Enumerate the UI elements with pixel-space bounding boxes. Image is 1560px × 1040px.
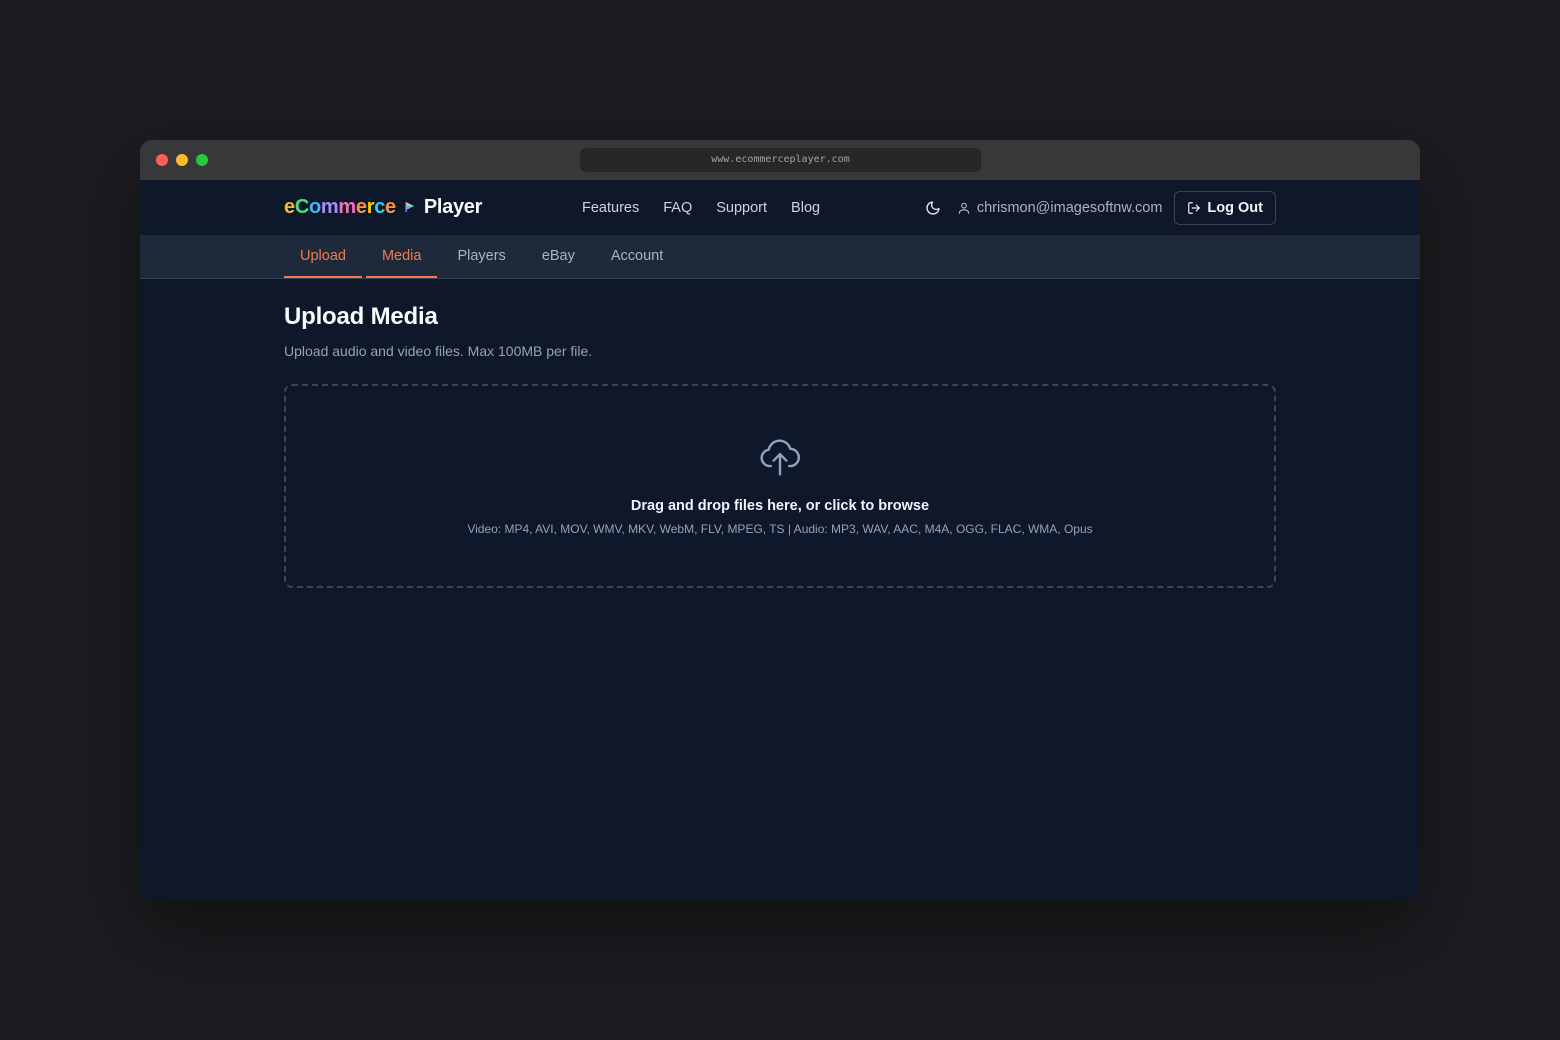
user-area: chrismon@imagesoftnw.com Log Out <box>925 180 1276 236</box>
dropzone-prompt: Drag and drop files here, or click to br… <box>630 498 930 514</box>
cloud-upload-icon <box>760 439 800 476</box>
logout-button[interactable]: Log Out <box>1174 191 1276 225</box>
maximize-window-button[interactable] <box>196 154 208 166</box>
dropzone-formats: Video: MP4, AVI, MOV, WMV, MKV, WebM, FL… <box>467 522 1093 536</box>
logo-letter: m <box>338 196 356 218</box>
file-dropzone[interactable]: Drag and drop files here, or click to br… <box>284 384 1276 588</box>
user-email: chrismon@imagesoftnw.com <box>976 200 1163 216</box>
logo-letter: m <box>320 196 339 218</box>
logout-icon <box>1188 202 1201 214</box>
section-tabs-bar: Upload Media Players eBay Account <box>140 236 1420 279</box>
logo-letter: c <box>374 196 386 218</box>
minimize-window-button[interactable] <box>176 154 188 166</box>
logo-letter: o <box>308 196 321 218</box>
logo-letter: r <box>366 196 375 218</box>
logo-product-name: Player <box>423 196 483 218</box>
main-nav: Features FAQ Support Blog <box>582 180 820 236</box>
section-tabs: Upload Media Players eBay Account <box>284 236 679 278</box>
tab-media[interactable]: Media <box>365 236 438 278</box>
nav-link-faq[interactable]: FAQ <box>663 200 692 216</box>
logo-letter: C <box>294 196 309 218</box>
logo-letter: e <box>385 196 396 218</box>
logout-label: Log Out <box>1207 200 1263 216</box>
play-flag-icon <box>404 196 416 219</box>
browser-window: www.ecommerceplayer.com eCommerce Player… <box>140 140 1420 900</box>
page-title: Upload Media <box>284 303 438 330</box>
nav-link-blog[interactable]: Blog <box>791 200 820 216</box>
logo-letter: e <box>355 196 367 218</box>
site-logo[interactable]: eCommerce Player <box>284 196 482 219</box>
tab-ebay[interactable]: eBay <box>526 236 591 278</box>
nav-link-features[interactable]: Features <box>582 200 639 216</box>
close-window-button[interactable] <box>156 154 168 166</box>
browser-titlebar: www.ecommerceplayer.com <box>140 140 1420 180</box>
user-icon <box>957 201 971 215</box>
moon-icon[interactable] <box>925 200 941 216</box>
nav-link-support[interactable]: Support <box>716 200 767 216</box>
page-subtitle: Upload audio and video files. Max 100MB … <box>284 343 593 359</box>
top-navbar: eCommerce Player Features FAQ Support Bl… <box>140 180 1420 236</box>
tab-upload[interactable]: Upload <box>284 236 362 278</box>
main-content: Upload Media Upload audio and video file… <box>284 303 1276 588</box>
tab-players[interactable]: Players <box>441 236 521 278</box>
tab-account[interactable]: Account <box>595 236 679 278</box>
address-bar[interactable]: www.ecommerceplayer.com <box>580 148 981 172</box>
logo-letter: e <box>284 196 295 218</box>
